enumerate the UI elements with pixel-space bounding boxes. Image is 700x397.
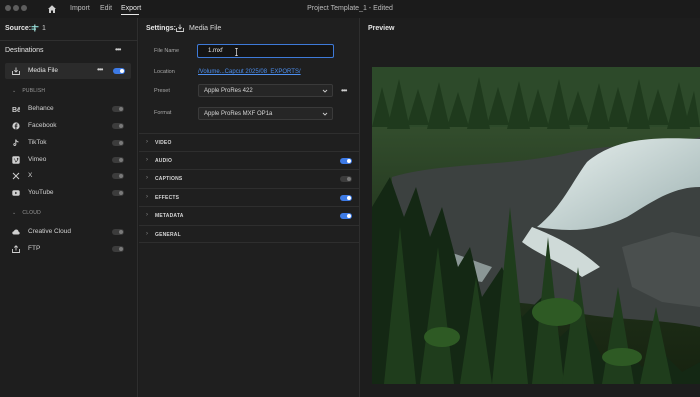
file-name-label: File Name bbox=[154, 48, 180, 54]
title-bar: Import Edit Export Project Template_1 - … bbox=[0, 0, 700, 18]
ftp-toggle[interactable] bbox=[112, 246, 124, 252]
chevron-right-icon: › bbox=[146, 194, 148, 200]
destination-x[interactable]: X bbox=[0, 169, 138, 183]
tiktok-label: TikTok bbox=[28, 139, 47, 146]
publish-section[interactable]: ⌄ PUBLISH bbox=[12, 88, 45, 94]
format-label: Format bbox=[154, 110, 172, 116]
section-captions-label: CAPTIONS bbox=[155, 176, 183, 182]
preset-dropdown[interactable]: Apple ProRes 422 bbox=[198, 84, 333, 97]
section-video[interactable]: › VIDEO bbox=[139, 133, 360, 151]
preview-panel: Preview bbox=[361, 18, 700, 397]
window-title: Project Template_1 - Edited bbox=[307, 5, 393, 12]
preset-label: Preset bbox=[154, 88, 170, 94]
youtube-icon bbox=[12, 190, 20, 196]
destination-youtube[interactable]: YouTube bbox=[0, 186, 138, 200]
section-audio[interactable]: › AUDIO bbox=[139, 151, 360, 169]
destination-vimeo[interactable]: Vimeo bbox=[0, 153, 138, 167]
destinations-title: Destinations bbox=[5, 47, 44, 54]
audio-toggle[interactable] bbox=[340, 158, 352, 164]
section-general[interactable]: › GENERAL bbox=[139, 225, 360, 243]
settings-target: Media File bbox=[189, 25, 222, 32]
facebook-label: Facebook bbox=[28, 122, 57, 129]
active-tab-indicator bbox=[121, 14, 139, 15]
x-label: X bbox=[28, 172, 33, 179]
divider bbox=[0, 40, 138, 41]
behance-icon: Bē bbox=[12, 107, 20, 113]
preset-more-icon[interactable]: ••• bbox=[341, 86, 347, 95]
preset-value: Apple ProRes 422 bbox=[204, 88, 253, 94]
section-video-label: VIDEO bbox=[155, 140, 172, 146]
vimeo-toggle[interactable] bbox=[112, 157, 124, 163]
vimeo-label: Vimeo bbox=[28, 156, 47, 163]
captions-toggle[interactable] bbox=[340, 176, 352, 182]
destination-media-file[interactable]: Media File ••• bbox=[5, 63, 131, 79]
chevron-right-icon: › bbox=[146, 175, 148, 181]
location-label: Location bbox=[154, 69, 175, 75]
media-file-label: Media File bbox=[28, 67, 58, 74]
location-link[interactable]: /Volume...Capcut 2025/08_EXPORTS/ bbox=[198, 69, 301, 75]
file-name-value: 1.mxf bbox=[208, 48, 223, 54]
destinations-panel: Source: 1 Destinations ••• Media File ••… bbox=[0, 18, 138, 397]
tiktok-icon bbox=[13, 139, 19, 146]
creative-cloud-icon bbox=[12, 229, 20, 235]
destinations-more-icon[interactable]: ••• bbox=[115, 45, 121, 54]
creative-cloud-label: Creative Cloud bbox=[28, 228, 71, 235]
behance-toggle[interactable] bbox=[112, 106, 124, 112]
section-metadata-label: METADATA bbox=[155, 213, 184, 219]
media-file-more-icon[interactable]: ••• bbox=[97, 65, 103, 74]
tiktok-toggle[interactable] bbox=[112, 140, 124, 146]
preview-title: Preview bbox=[368, 25, 395, 32]
sequence-icon bbox=[31, 24, 39, 32]
section-captions[interactable]: › CAPTIONS bbox=[139, 169, 360, 187]
svg-text:Bē: Bē bbox=[12, 107, 20, 113]
ftp-label: FTP bbox=[28, 245, 41, 252]
destination-tiktok[interactable]: TikTok bbox=[0, 136, 138, 150]
facebook-toggle[interactable] bbox=[112, 123, 124, 129]
vimeo-icon bbox=[12, 156, 20, 164]
settings-panel: Settings: Media File File Name 1.mxf Loc… bbox=[139, 18, 360, 397]
export-file-icon bbox=[176, 24, 184, 32]
destination-ftp[interactable]: FTP bbox=[0, 242, 138, 256]
section-audio-label: AUDIO bbox=[155, 158, 173, 164]
section-metadata[interactable]: › METADATA bbox=[139, 206, 360, 224]
preview-video-frame bbox=[372, 67, 700, 384]
upload-icon bbox=[12, 245, 20, 253]
text-cursor-icon bbox=[235, 48, 238, 56]
chevron-down-icon: ⌄ bbox=[12, 88, 17, 94]
format-value: Apple ProRes MXF OP1a bbox=[204, 111, 273, 117]
x-toggle[interactable] bbox=[112, 173, 124, 179]
settings-title: Settings: bbox=[146, 25, 176, 32]
publish-section-label: PUBLISH bbox=[22, 88, 46, 94]
format-dropdown[interactable]: Apple ProRes MXF OP1a bbox=[198, 107, 333, 120]
chevron-down-icon bbox=[322, 112, 328, 116]
creative-cloud-toggle[interactable] bbox=[112, 229, 124, 235]
effects-toggle[interactable] bbox=[340, 195, 352, 201]
export-file-icon bbox=[12, 67, 20, 75]
source-count: 1 bbox=[42, 25, 46, 32]
behance-label: Behance bbox=[28, 105, 54, 112]
chevron-down-icon: ⌄ bbox=[12, 210, 17, 216]
destination-behance[interactable]: Bē Behance bbox=[0, 102, 138, 116]
youtube-label: YouTube bbox=[28, 189, 54, 196]
section-effects-label: EFFECTS bbox=[155, 195, 180, 201]
facebook-icon bbox=[12, 122, 20, 130]
cloud-section-label: CLOUD bbox=[22, 210, 41, 216]
section-effects[interactable]: › EFFECTS bbox=[139, 188, 360, 206]
chevron-right-icon: › bbox=[146, 212, 148, 218]
chevron-right-icon: › bbox=[146, 157, 148, 163]
chevron-right-icon: › bbox=[146, 231, 148, 237]
cloud-section[interactable]: ⌄ CLOUD bbox=[12, 210, 41, 216]
section-general-label: GENERAL bbox=[155, 232, 181, 238]
youtube-toggle[interactable] bbox=[112, 190, 124, 196]
source-label: Source: bbox=[5, 25, 32, 32]
destination-creative-cloud[interactable]: Creative Cloud bbox=[0, 225, 138, 239]
metadata-toggle[interactable] bbox=[340, 213, 352, 219]
chevron-down-icon bbox=[322, 89, 328, 93]
chevron-right-icon: › bbox=[146, 139, 148, 145]
media-file-toggle[interactable] bbox=[113, 68, 125, 74]
x-icon bbox=[12, 172, 20, 180]
destination-facebook[interactable]: Facebook bbox=[0, 119, 138, 133]
file-name-input[interactable]: 1.mxf bbox=[197, 44, 334, 58]
